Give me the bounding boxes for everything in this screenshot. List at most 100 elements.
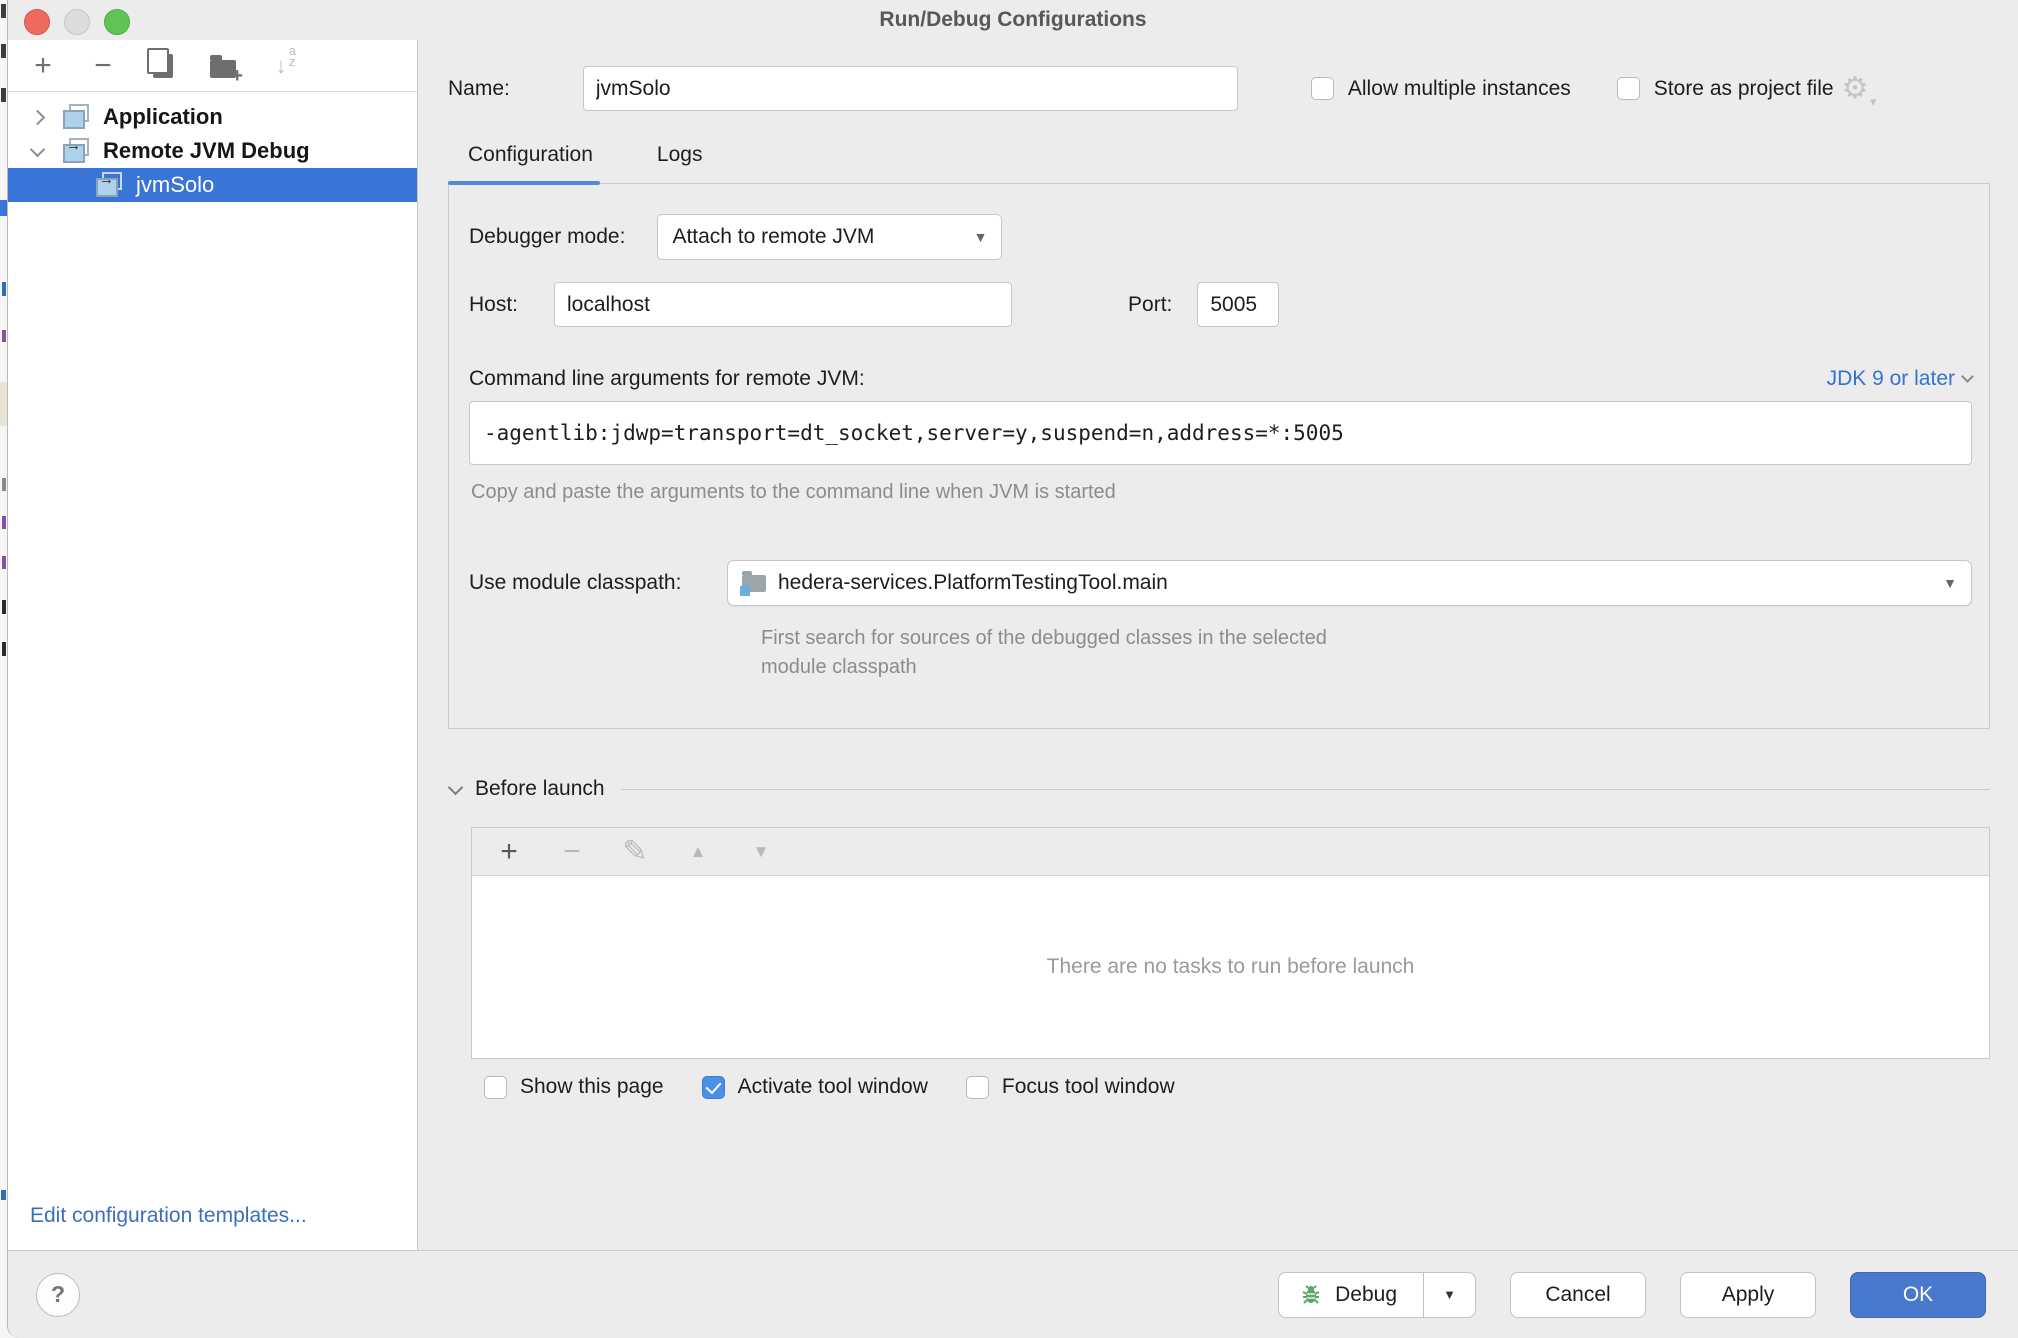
tab-logs[interactable]: Logs [657,143,703,183]
copy-configuration-icon[interactable] [148,51,178,81]
before-launch-toolbar: + − ✎ ▲ ▼ [472,828,1989,876]
activate-tool-window-checkbox[interactable]: Activate tool window [702,1075,928,1099]
use-module-classpath-label: Use module classpath: [469,571,727,595]
window-controls [24,9,130,35]
title-bar[interactable]: Run/Debug Configurations [8,0,2018,40]
move-up-icon[interactable]: ▲ [683,837,713,867]
debug-dropdown-arrow[interactable]: ▼ [1423,1273,1475,1317]
jdk-version-value: JDK 9 or later [1827,367,1955,391]
before-launch-empty-area: There are no tasks to run before launch [472,876,1989,1058]
minimize-window-button[interactable] [64,9,90,35]
gear-icon[interactable]: ⚙ [1842,74,1869,104]
ok-button[interactable]: OK [1850,1272,1986,1318]
tab-configuration[interactable]: Configuration [468,143,593,183]
move-down-icon[interactable]: ▼ [746,837,776,867]
before-launch-tasks-box: + − ✎ ▲ ▼ There are no tasks to run befo… [471,827,1990,1059]
dropdown-caret-icon: ▼ [950,229,988,245]
checkbox-icon[interactable] [1311,77,1334,100]
highlight-fragment [0,382,7,426]
text-fragment [1,4,6,18]
text-fragment [2,282,6,296]
module-folder-icon [742,575,766,592]
application-icon [63,104,91,130]
debug-button-label: Debug [1335,1283,1397,1307]
remove-configuration-icon[interactable]: − [88,51,118,81]
before-launch-header[interactable]: Before launch [448,777,1990,801]
close-window-button[interactable] [24,9,50,35]
text-fragment [2,330,6,342]
store-as-project-file-checkbox[interactable]: Store as project file [1617,77,1834,101]
cancel-button[interactable]: Cancel [1510,1272,1646,1318]
checkbox-label: Store as project file [1654,77,1834,101]
checkbox-label: Activate tool window [738,1075,928,1099]
hint-line: module classpath [761,653,1972,682]
command-line-arguments-input[interactable] [469,401,1972,465]
debug-button[interactable]: Debug [1279,1273,1423,1317]
text-fragment [2,642,6,656]
add-configuration-icon[interactable]: + [28,51,58,81]
checkbox-icon[interactable] [484,1076,507,1099]
allow-multiple-instances-checkbox[interactable]: Allow multiple instances [1311,77,1571,101]
chevron-down-icon[interactable] [30,141,46,157]
text-fragment [1,44,6,58]
show-this-page-checkbox[interactable]: Show this page [484,1075,664,1099]
debugger-mode-select[interactable]: Attach to remote JVM ▼ [657,214,1002,260]
text-fragment [2,600,6,614]
text-fragment [2,516,6,529]
zoom-window-button[interactable] [104,9,130,35]
copy-icon [153,54,173,78]
edit-configuration-templates-link[interactable]: Edit configuration templates... [8,1204,417,1250]
chevron-right-icon[interactable] [30,109,46,125]
before-launch-title: Before launch [475,777,605,801]
name-label: Name: [448,77,510,101]
sidebar-toolbar: + − ↓az [8,40,417,92]
module-classpath-select[interactable]: hedera-services.PlatformTestingTool.main… [727,560,1972,606]
configuration-panel: Debugger mode: Attach to remote JVM ▼ Ho… [448,183,1990,729]
jdk-version-selector[interactable]: JDK 9 or later [1827,367,1972,391]
text-fragment [1,88,6,102]
hint-line: First search for sources of the debugged… [761,624,1972,653]
dialog-footer: ? Debug ▼ Cancel Apply [8,1250,2018,1338]
chevron-down-icon [1961,370,1974,383]
debug-split-button: Debug ▼ [1278,1272,1476,1318]
checkbox-icon[interactable] [1617,77,1640,100]
tree-item-label: jvmSolo [136,172,214,198]
configuration-editor: Name: Allow multiple instances Store as … [418,40,2018,1250]
sort-configurations-icon[interactable]: ↓az [268,51,294,81]
tree-item-remote-jvm-debug[interactable]: Remote JVM Debug [8,134,417,168]
bug-icon [1299,1283,1323,1307]
checkbox-icon[interactable] [966,1076,989,1099]
tree-item-application[interactable]: Application [8,100,417,134]
remote-debug-icon [63,138,91,164]
apply-button[interactable]: Apply [1680,1272,1816,1318]
debugger-mode-label: Debugger mode: [469,225,625,249]
edit-task-icon[interactable]: ✎ [620,837,650,867]
tree-item-jvmsolo[interactable]: jvmSolo [8,168,417,202]
text-fragment [2,478,6,491]
name-input[interactable] [583,66,1238,111]
module-classpath-value: hedera-services.PlatformTestingTool.main [778,571,1168,595]
focus-tool-window-checkbox[interactable]: Focus tool window [966,1075,1175,1099]
host-input[interactable] [554,282,1012,327]
folder-plus-icon [210,60,236,78]
empty-tasks-message: There are no tasks to run before launch [1047,955,1415,979]
chevron-down-icon[interactable] [448,779,464,795]
text-fragment [1,1190,6,1200]
host-label: Host: [469,293,518,317]
help-button[interactable]: ? [36,1273,80,1317]
selection-fragment [0,200,7,216]
configurations-tree: Application Remote JVM Debug jvmSolo [8,92,417,202]
configuration-tabs: Configuration Logs [448,143,1990,183]
add-task-icon[interactable]: + [494,837,524,867]
new-folder-icon[interactable] [208,51,238,81]
configurations-sidebar: + − ↓az Application Remote JVM Debug [8,40,418,1250]
command-line-arguments-label: Command line arguments for remote JVM: [469,367,865,391]
remove-task-icon[interactable]: − [557,837,587,867]
checkbox-checked-icon[interactable] [702,1076,725,1099]
checkbox-label: Focus tool window [1002,1075,1175,1099]
checkbox-label: Allow multiple instances [1348,77,1571,101]
port-input[interactable] [1197,282,1279,327]
command-line-hint: Copy and paste the arguments to the comm… [469,481,1972,504]
text-fragment [2,556,6,569]
checkbox-label: Show this page [520,1075,664,1099]
